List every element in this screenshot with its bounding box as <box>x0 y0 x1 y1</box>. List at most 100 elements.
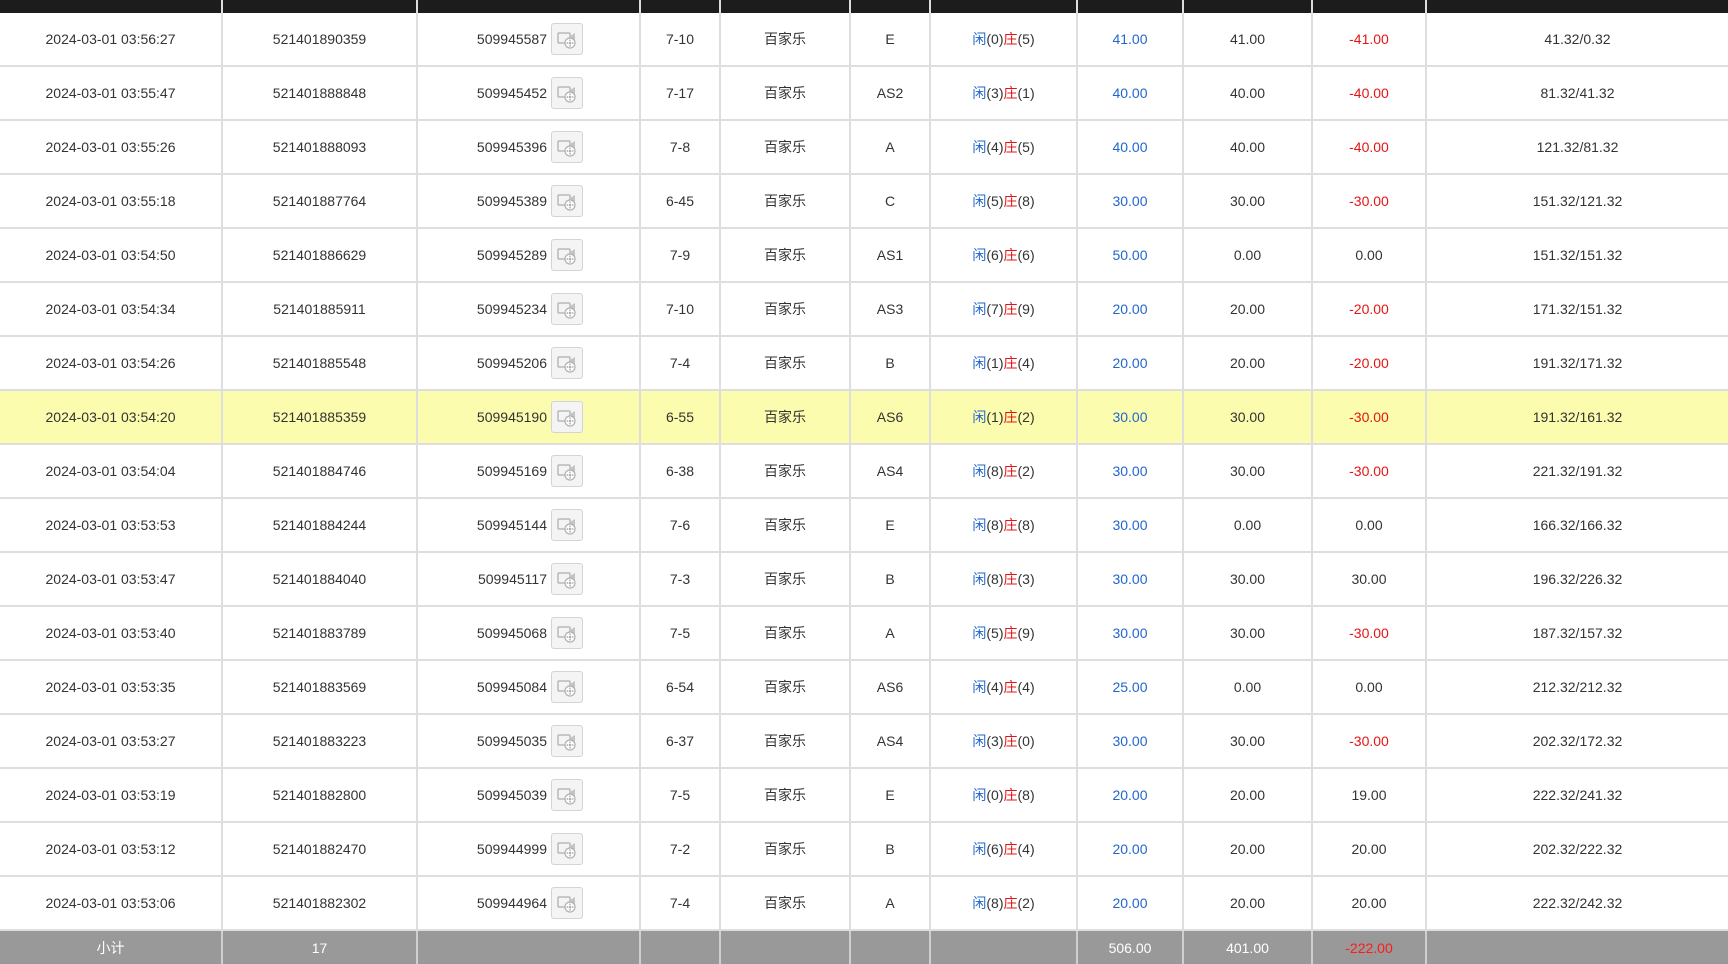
win-loss: -30.00 <box>1313 391 1427 443</box>
video-replay-icon[interactable] <box>551 509 583 541</box>
banker-label: 庄 <box>1003 409 1018 425</box>
table-number: 7-3 <box>641 553 721 605</box>
round-cell: 509945117 <box>418 553 641 605</box>
balance-change: 222.32/242.32 <box>1532 895 1623 911</box>
win-loss: -20.00 <box>1313 337 1427 389</box>
valid-amount: 30.00 <box>1184 445 1313 497</box>
win-loss: 30.00 <box>1313 553 1427 605</box>
bet-amount: 20.00 <box>1078 823 1184 875</box>
valid-amount: 40.00 <box>1184 121 1313 173</box>
player-points: (1) <box>986 355 1004 371</box>
bet-time: 2024-03-01 03:55:47 <box>0 67 223 119</box>
game-type: 百家乐 <box>721 175 851 227</box>
round-number: 509945396 <box>476 139 547 155</box>
summary-label: 小计 <box>0 931 223 964</box>
game-type: 百家乐 <box>721 715 851 767</box>
game-result: 闲(6)庄(4) <box>931 823 1078 875</box>
table-row: 2024-03-01 03:53:06 521401882302 509944964… <box>0 877 1728 931</box>
valid-amount: 20.00 <box>1184 769 1313 821</box>
video-replay-icon[interactable] <box>551 347 583 379</box>
banker-points: (4) <box>1017 679 1035 695</box>
bet-number: 521401888848 <box>223 67 418 119</box>
balance-change: 222.32/241.32 <box>1532 787 1623 803</box>
video-replay-icon[interactable] <box>551 455 583 487</box>
round-number: 509945035 <box>476 733 547 749</box>
player-points: (8) <box>986 463 1004 479</box>
video-replay-icon[interactable] <box>551 131 583 163</box>
bet-number: 521401884040 <box>223 553 418 605</box>
header-col-bet-no <box>223 0 418 13</box>
player-points: (4) <box>986 139 1004 155</box>
player-points: (8) <box>986 895 1004 911</box>
bet-amount: 20.00 <box>1078 877 1184 929</box>
video-replay-icon[interactable] <box>551 725 583 757</box>
round-cell: 509945039 <box>418 769 641 821</box>
video-replay-icon[interactable] <box>551 671 583 703</box>
game-result: 闲(5)庄(9) <box>931 607 1078 659</box>
bet-number: 521401884746 <box>223 445 418 497</box>
bet-number: 521401890359 <box>223 13 418 65</box>
table-row: 2024-03-01 03:54:20 521401885359 509945190… <box>0 391 1728 445</box>
player-label: 闲 <box>972 31 987 47</box>
round-number: 509944999 <box>476 841 547 857</box>
balance-change: 171.32/151.32 <box>1532 301 1623 317</box>
player-points: (6) <box>986 841 1004 857</box>
game-result: 闲(0)庄(8) <box>931 769 1078 821</box>
player-label: 闲 <box>972 895 987 911</box>
player-points: (3) <box>986 733 1004 749</box>
game-result: 闲(0)庄(5) <box>931 13 1078 65</box>
table-number: 7-5 <box>641 769 721 821</box>
round-cell: 509945206 <box>418 337 641 389</box>
game-result: 闲(1)庄(4) <box>931 337 1078 389</box>
bet-number: 521401883223 <box>223 715 418 767</box>
banker-label: 庄 <box>1003 463 1018 479</box>
banker-points: (1) <box>1017 85 1035 101</box>
win-loss: -30.00 <box>1313 445 1427 497</box>
valid-amount: 30.00 <box>1184 715 1313 767</box>
header-col-seat <box>851 0 931 13</box>
bet-amount: 40.00 <box>1078 67 1184 119</box>
banker-label: 庄 <box>1003 517 1018 533</box>
valid-amount: 20.00 <box>1184 283 1313 335</box>
header-col-result <box>931 0 1078 13</box>
banker-points: (8) <box>1017 517 1035 533</box>
round-number: 509945117 <box>477 571 547 587</box>
seat-code: AS1 <box>851 229 931 281</box>
video-replay-icon[interactable] <box>551 887 583 919</box>
win-loss: 0.00 <box>1313 229 1427 281</box>
video-replay-icon[interactable] <box>551 833 583 865</box>
bet-amount: 30.00 <box>1078 553 1184 605</box>
seat-code: B <box>851 823 931 875</box>
game-type: 百家乐 <box>721 283 851 335</box>
video-replay-icon[interactable] <box>551 563 583 595</box>
video-replay-icon[interactable] <box>551 239 583 271</box>
player-points: (8) <box>986 517 1004 533</box>
summary-empty <box>931 931 1078 964</box>
seat-code: AS3 <box>851 283 931 335</box>
round-number: 509945039 <box>476 787 547 803</box>
video-replay-icon[interactable] <box>551 617 583 649</box>
game-result: 闲(4)庄(5) <box>931 121 1078 173</box>
table-row: 2024-03-01 03:53:47 521401884040 509945117… <box>0 553 1728 607</box>
bet-time: 2024-03-01 03:56:27 <box>0 13 223 65</box>
win-loss: -30.00 <box>1313 607 1427 659</box>
video-replay-icon[interactable] <box>551 185 583 217</box>
video-replay-icon[interactable] <box>551 779 583 811</box>
bet-amount: 20.00 <box>1078 769 1184 821</box>
video-replay-icon[interactable] <box>551 77 583 109</box>
summary-bet-total: 506.00 <box>1078 931 1184 964</box>
table-row: 2024-03-01 03:54:50 521401886629 509945289… <box>0 229 1728 283</box>
video-replay-icon[interactable] <box>551 401 583 433</box>
bet-number: 521401882800 <box>223 769 418 821</box>
player-label: 闲 <box>972 625 987 641</box>
bet-amount: 30.00 <box>1078 445 1184 497</box>
player-points: (5) <box>986 193 1004 209</box>
bet-time: 2024-03-01 03:54:34 <box>0 283 223 335</box>
banker-points: (2) <box>1017 463 1035 479</box>
game-result: 闲(5)庄(8) <box>931 175 1078 227</box>
video-replay-icon[interactable] <box>551 23 583 55</box>
balance-change: 212.32/212.32 <box>1532 679 1623 695</box>
video-replay-icon[interactable] <box>551 293 583 325</box>
bet-number: 521401884244 <box>223 499 418 551</box>
round-cell: 509945389 <box>418 175 641 227</box>
